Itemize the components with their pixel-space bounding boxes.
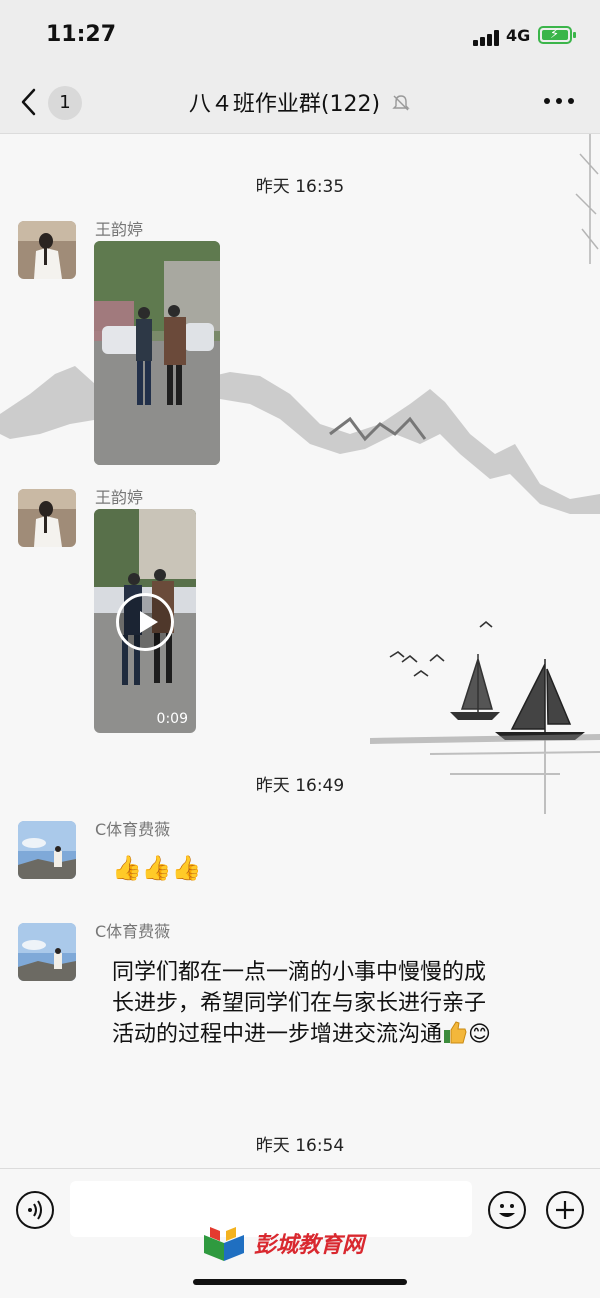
plus-icon xyxy=(556,1201,574,1219)
avatar[interactable] xyxy=(18,923,76,981)
chevron-left-icon xyxy=(21,88,36,116)
home-indicator xyxy=(193,1279,407,1285)
video-message[interactable] xyxy=(94,241,220,465)
status-time: 11:27 xyxy=(46,22,117,47)
network-type: 4G xyxy=(506,26,531,45)
voice-input-button[interactable] xyxy=(16,1191,54,1229)
signal-icon xyxy=(473,30,499,46)
watermark-text: 彭城教育网 xyxy=(254,1233,365,1258)
sender-name: C体育费薇 xyxy=(95,820,171,839)
sender-name: C体育费薇 xyxy=(95,922,171,941)
chat-message-list[interactable]: 昨天 16:35 王韵婷 王韵婷 0:09 昨天 16:49 C体育费薇 👍👍👍… xyxy=(0,134,600,1168)
sender-name: 王韵婷 xyxy=(95,220,144,239)
voice-icon xyxy=(28,1200,42,1220)
unread-count-badge: 1 xyxy=(48,86,82,120)
message-timestamp: 昨天 16:35 xyxy=(255,177,345,197)
video-duration: 0:09 xyxy=(156,711,188,727)
more-options-button[interactable] xyxy=(544,98,574,106)
more-actions-button[interactable] xyxy=(546,1191,584,1229)
chat-title-wrapper: 八４班作业群(122) xyxy=(150,86,450,118)
message-timestamp: 昨天 16:49 xyxy=(255,776,345,796)
chat-input-bar: 彭城教育网 xyxy=(0,1168,600,1298)
video-message[interactable]: 0:09 xyxy=(94,509,196,733)
play-icon[interactable] xyxy=(116,593,174,651)
status-bar: 11:27 4G ⚡ xyxy=(0,0,600,70)
chat-header: 1 八４班作业群(122) xyxy=(0,70,600,134)
smile-emoji: 😊 xyxy=(468,1022,491,1047)
message-timestamp: 昨天 16:54 xyxy=(255,1136,345,1156)
chat-title: 八４班作业群(122) xyxy=(188,92,381,117)
emoji-picker-button[interactable] xyxy=(488,1191,526,1229)
avatar[interactable] xyxy=(18,221,76,279)
thumbs-up-icon xyxy=(444,1021,467,1044)
book-logo-icon xyxy=(204,1227,244,1261)
mute-bell-icon xyxy=(392,95,410,111)
avatar[interactable] xyxy=(18,821,76,879)
avatar[interactable] xyxy=(18,489,76,547)
emoji-message[interactable]: 👍👍👍 xyxy=(112,854,202,882)
smiley-icon xyxy=(499,1204,515,1217)
back-button[interactable]: 1 xyxy=(20,84,90,120)
watermark-logo: 彭城教育网 xyxy=(200,1221,410,1265)
text-message[interactable]: 同学们都在一点一滴的小事中慢慢的成长进步，希望同学们在与家长进行亲子活动的过程中… xyxy=(112,957,502,1050)
battery-charging-icon: ⚡ xyxy=(538,26,576,44)
text-message-body: 同学们都在一点一滴的小事中慢慢的成长进步，希望同学们在与家长进行亲子活动的过程中… xyxy=(112,960,487,1047)
sender-name: 王韵婷 xyxy=(95,488,144,507)
